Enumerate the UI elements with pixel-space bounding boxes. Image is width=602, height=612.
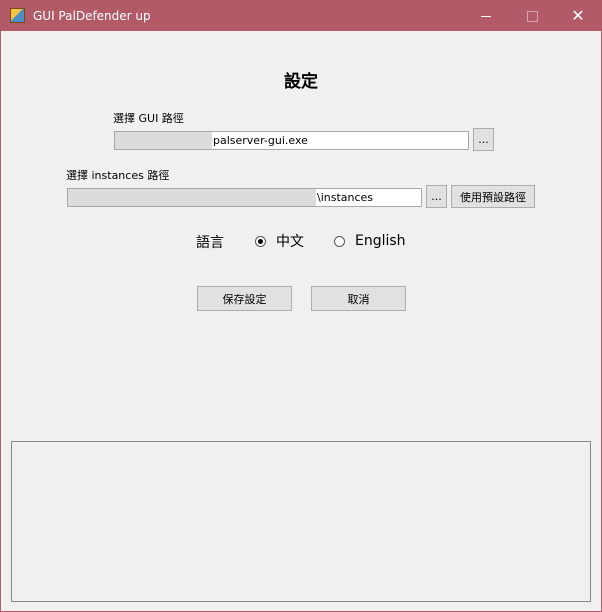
redacted-region — [115, 132, 212, 149]
gui-path-label: 選擇 GUI 路徑 — [113, 112, 184, 125]
language-option-english[interactable]: English — [334, 232, 406, 250]
gui-path-value: palserver-gui.exe — [213, 134, 308, 147]
minimize-button[interactable] — [463, 1, 509, 31]
save-settings-button[interactable]: 保存設定 — [197, 286, 292, 311]
log-output-area[interactable] — [11, 441, 591, 602]
close-button[interactable]: ✕ — [555, 1, 601, 31]
minimize-icon — [481, 15, 491, 17]
app-icon — [10, 8, 25, 23]
radio-chinese[interactable] — [255, 235, 266, 247]
cancel-button[interactable]: 取消 — [311, 286, 406, 311]
page-title: 設定 — [284, 72, 318, 92]
maximize-icon — [526, 10, 538, 22]
radio-chinese-label: 中文 — [276, 234, 304, 250]
maximize-button[interactable] — [509, 1, 555, 31]
instances-path-value: \instances — [317, 191, 374, 204]
app-window: GUI PalDefender up ✕ 設定 選擇 GUI 路徑 palser… — [0, 0, 602, 612]
radio-english-label: English — [355, 233, 406, 249]
gui-path-input[interactable]: palserver-gui.exe — [114, 131, 469, 150]
instances-path-label: 選擇 instances 路徑 — [66, 169, 170, 182]
use-default-path-button[interactable]: 使用預設路徑 — [451, 185, 535, 208]
language-label: 語言 — [196, 235, 224, 251]
close-icon: ✕ — [571, 6, 585, 25]
redacted-region — [68, 189, 316, 206]
language-option-chinese[interactable]: 中文 — [255, 232, 304, 250]
title-bar[interactable]: GUI PalDefender up ✕ — [1, 1, 601, 31]
window-title: GUI PalDefender up — [33, 9, 151, 23]
radio-english[interactable] — [334, 235, 345, 247]
gui-browse-button[interactable]: ... — [473, 128, 494, 151]
instances-path-input[interactable]: \instances — [67, 188, 422, 207]
instances-browse-button[interactable]: ... — [426, 185, 447, 208]
